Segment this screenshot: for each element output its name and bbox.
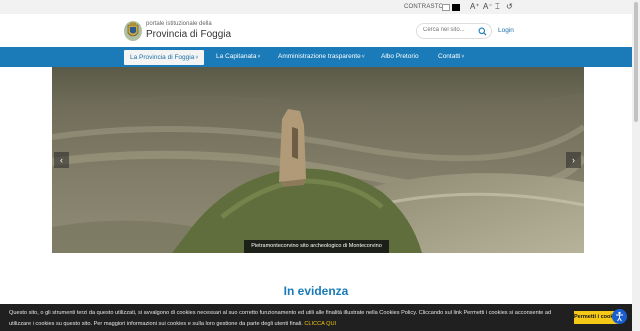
search-box (416, 23, 492, 39)
nav-item-label: Contatti (438, 53, 461, 60)
contrast-label: CONTRASTO: (404, 4, 446, 10)
cookie-policy-link[interactable]: CLICCA QUI (304, 321, 336, 327)
slide-caption: Pietramontecorvino sito archeologico di … (244, 240, 389, 253)
cookie-text: Questo sito, o gli strumenti terzi da qu… (9, 308, 565, 330)
accessibility-icon[interactable] (612, 309, 627, 324)
search-icon[interactable] (478, 27, 487, 36)
contrast-white-button[interactable] (442, 4, 450, 11)
slider-next-button[interactable]: › (566, 152, 581, 168)
chevron-down-icon: ˅ (361, 54, 365, 60)
section-title: In evidenza (283, 284, 349, 298)
cookie-banner: Questo sito, o gli strumenti terzi da qu… (0, 304, 640, 331)
chevron-down-icon: ˅ (195, 55, 199, 61)
page: CONTRASTO: A⁺ A⁻ ⌶ ↺ portale istituziona… (0, 0, 640, 331)
font-increase-icon[interactable]: A⁺ (470, 2, 480, 11)
line-height-icon[interactable]: ⌶ (495, 2, 500, 12)
nav-item-albo[interactable]: Albo Pretorio (381, 47, 419, 67)
hero-image (52, 67, 584, 253)
login-link[interactable]: Login (498, 27, 514, 34)
scrollbar-thumb[interactable] (634, 2, 638, 122)
nav-item-capitanata[interactable]: La Capitanata˅ (216, 47, 260, 67)
coat-of-arms-icon (124, 21, 142, 41)
nav-item-contatti[interactable]: Contatti˅ (438, 47, 464, 67)
hero-slider (52, 67, 584, 253)
contrast-black-button[interactable] (452, 4, 460, 11)
nav-item-amministrazione[interactable]: Amministrazione trasparente˅ (278, 47, 365, 67)
main-nav: La Provincia di Foggia˅ La Capitanata˅ A… (0, 47, 640, 67)
slider-prev-button[interactable]: ‹ (54, 152, 69, 168)
nav-item-label: Albo Pretorio (381, 53, 419, 60)
search-input[interactable] (423, 27, 479, 33)
nav-item-label: La Capitanata (216, 53, 257, 60)
font-decrease-icon[interactable]: A⁻ (483, 2, 493, 11)
nav-item-provincia[interactable]: La Provincia di Foggia˅ (124, 50, 205, 65)
accessibility-bar: CONTRASTO: A⁺ A⁻ ⌶ ↺ (0, 0, 640, 14)
logo-subtitle: portale istituzionale della (146, 21, 212, 27)
reset-icon[interactable]: ↺ (506, 2, 513, 11)
chevron-down-icon: ˅ (257, 54, 261, 60)
chevron-down-icon: ˅ (461, 54, 465, 60)
cookie-message: Questo sito, o gli strumenti terzi da qu… (9, 310, 552, 327)
nav-item-label: La Provincia di Foggia (130, 54, 195, 61)
nav-item-label: Amministrazione trasparente (278, 53, 361, 60)
logo-title: Provincia di Foggia (146, 29, 232, 40)
